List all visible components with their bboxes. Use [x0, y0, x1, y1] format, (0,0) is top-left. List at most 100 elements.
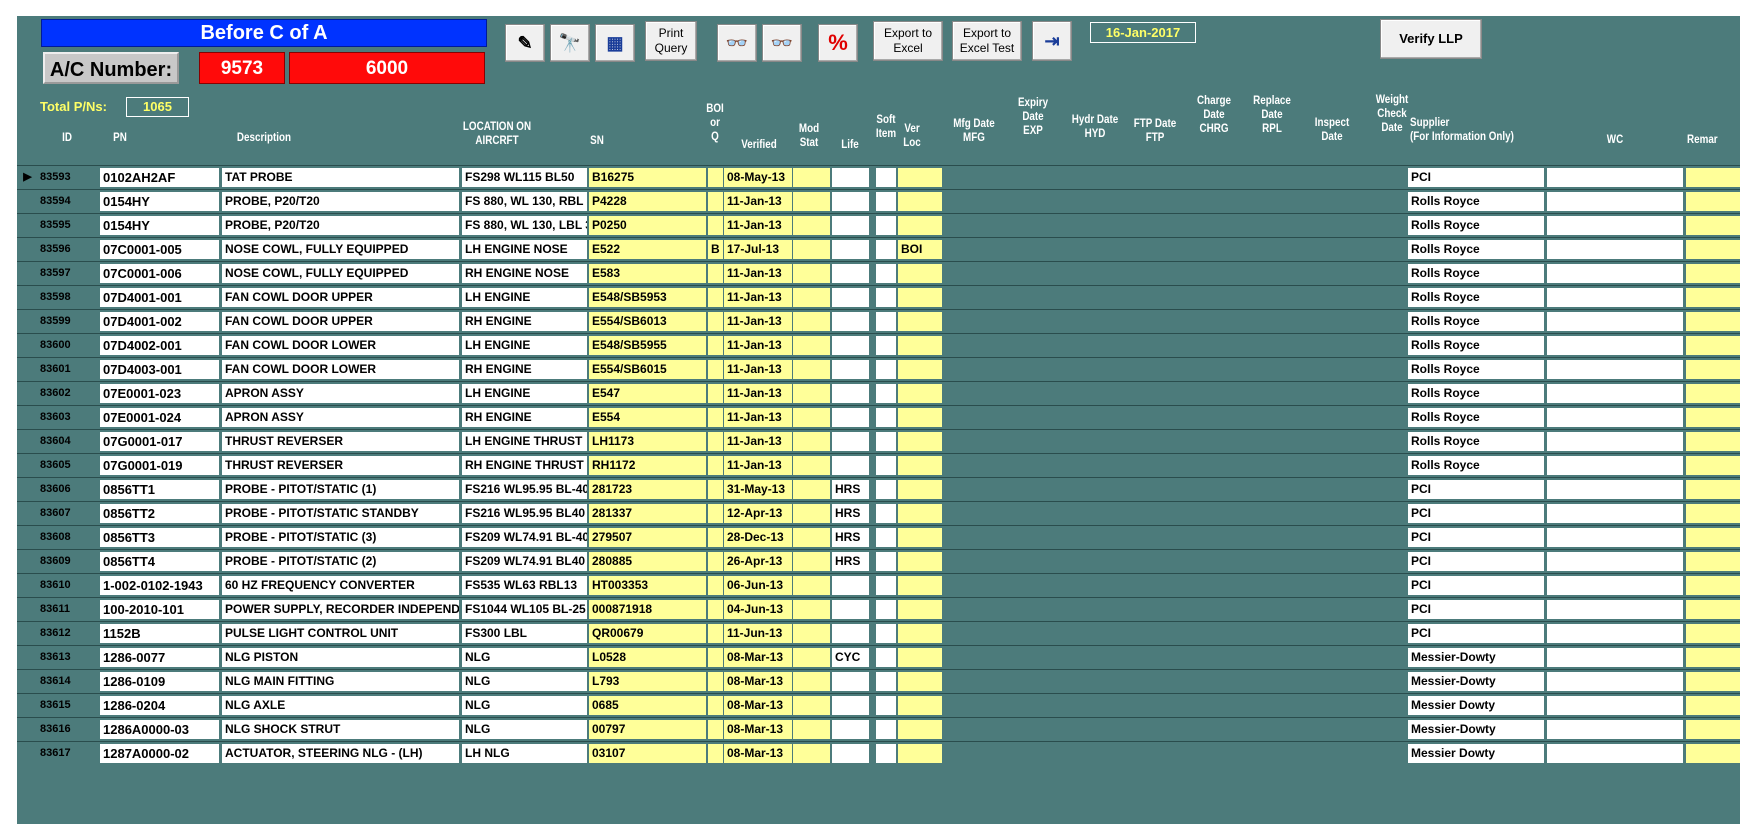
- serial-number-field[interactable]: 0685: [589, 696, 706, 715]
- serial-number-field[interactable]: 281337: [589, 504, 706, 523]
- boi-field[interactable]: [708, 312, 723, 331]
- part-number-field[interactable]: 1152B: [100, 624, 219, 643]
- mod-stat-field[interactable]: [793, 696, 830, 715]
- soft-item-field[interactable]: [876, 432, 896, 451]
- description-field[interactable]: 60 HZ FREQUENCY CONVERTER: [222, 576, 459, 595]
- table-row[interactable]: 83596 07C0001-005 NOSE COWL, FULLY EQUIPPE…: [17, 237, 1740, 261]
- ver-loc-field[interactable]: [898, 696, 942, 715]
- soft-item-field[interactable]: [876, 336, 896, 355]
- row-selector[interactable]: [19, 720, 36, 739]
- part-number-field[interactable]: 0856TT4: [100, 552, 219, 571]
- description-field[interactable]: POWER SUPPLY, RECORDER INDEPEND: [222, 600, 459, 619]
- soft-item-field[interactable]: [876, 360, 896, 379]
- ver-loc-field[interactable]: [898, 312, 942, 331]
- table-row[interactable]: 83608 0856TT3 PROBE - PITOT/STATIC (3) FS20…: [17, 525, 1740, 549]
- soft-item-field[interactable]: [876, 528, 896, 547]
- table-row[interactable]: 83595 0154HY PROBE, P20/T20 FS 880, WL 130,…: [17, 213, 1740, 237]
- location-field[interactable]: RH ENGINE: [462, 312, 587, 331]
- soft-item-field[interactable]: [876, 720, 896, 739]
- remarks-field[interactable]: [1686, 168, 1740, 187]
- serial-number-field[interactable]: HT003353: [589, 576, 706, 595]
- row-selector[interactable]: [19, 744, 36, 763]
- description-field[interactable]: PROBE, P20/T20: [222, 192, 459, 211]
- remarks-field[interactable]: [1686, 312, 1740, 331]
- location-field[interactable]: FS 880, WL 130, LBL 3: [462, 216, 587, 235]
- soft-item-field[interactable]: [876, 216, 896, 235]
- mod-stat-field[interactable]: [793, 360, 830, 379]
- row-selector[interactable]: [19, 576, 36, 595]
- part-number-field[interactable]: 07G0001-019: [100, 456, 219, 475]
- remarks-field[interactable]: [1686, 672, 1740, 691]
- life-field[interactable]: [832, 312, 869, 331]
- table-row[interactable]: 83606 0856TT1 PROBE - PITOT/STATIC (1) FS21…: [17, 477, 1740, 501]
- table-row[interactable]: 83601 07D4003-001 FAN COWL DOOR LOWER RH EN…: [17, 357, 1740, 381]
- life-field[interactable]: [832, 240, 869, 259]
- supplier-field[interactable]: PCI: [1408, 480, 1544, 499]
- serial-number-field[interactable]: QR00679: [589, 624, 706, 643]
- wc-field[interactable]: [1547, 168, 1683, 187]
- table-row[interactable]: 83615 1286-0204 NLG AXLE NLG 0685 08-Mar-13 Me…: [17, 693, 1740, 717]
- part-number-field[interactable]: 1286-0109: [100, 672, 219, 691]
- table-row[interactable]: 83610 1-002-0102-1943 60 HZ FREQUENCY CONV…: [17, 573, 1740, 597]
- boi-field[interactable]: [708, 672, 723, 691]
- life-field[interactable]: HRS: [832, 504, 869, 523]
- table-row[interactable]: 83613 1286-0077 NLG PISTON NLG L0528 08-Mar-1…: [17, 645, 1740, 669]
- ver-loc-field[interactable]: [898, 360, 942, 379]
- life-field[interactable]: [832, 672, 869, 691]
- supplier-field[interactable]: Rolls Royce: [1408, 432, 1544, 451]
- remarks-field[interactable]: [1686, 216, 1740, 235]
- serial-number-field[interactable]: E548/SB5955: [589, 336, 706, 355]
- location-field[interactable]: LH NLG: [462, 744, 587, 763]
- row-selector[interactable]: [19, 528, 36, 547]
- wc-field[interactable]: [1547, 432, 1683, 451]
- serial-number-field[interactable]: RH1172: [589, 456, 706, 475]
- location-field[interactable]: FS216 WL95.95 BL-40: [462, 480, 587, 499]
- ver-loc-field[interactable]: [898, 672, 942, 691]
- part-number-field[interactable]: 0154HY: [100, 216, 219, 235]
- life-field[interactable]: [832, 192, 869, 211]
- location-field[interactable]: FS300 LBL: [462, 624, 587, 643]
- serial-number-field[interactable]: E554/SB6013: [589, 312, 706, 331]
- table-row[interactable]: 83612 1152B PULSE LIGHT CONTROL UNIT FS300 …: [17, 621, 1740, 645]
- soft-item-field[interactable]: [876, 576, 896, 595]
- mod-stat-field[interactable]: [793, 576, 830, 595]
- row-selector[interactable]: [19, 216, 36, 235]
- life-field[interactable]: [832, 336, 869, 355]
- mod-stat-field[interactable]: [793, 456, 830, 475]
- supplier-field[interactable]: Messier Dowty: [1408, 696, 1544, 715]
- supplier-field[interactable]: Rolls Royce: [1408, 192, 1544, 211]
- verified-date-field[interactable]: 11-Jan-13: [724, 312, 792, 331]
- remarks-field[interactable]: [1686, 384, 1740, 403]
- mod-stat-field[interactable]: [793, 264, 830, 283]
- mod-stat-field[interactable]: [793, 552, 830, 571]
- remarks-field[interactable]: [1686, 576, 1740, 595]
- part-number-field[interactable]: 0856TT3: [100, 528, 219, 547]
- boi-field[interactable]: [708, 216, 723, 235]
- datasheet-button[interactable]: ▦: [595, 24, 635, 62]
- supplier-field[interactable]: PCI: [1408, 528, 1544, 547]
- remarks-field[interactable]: [1686, 600, 1740, 619]
- remarks-field[interactable]: [1686, 432, 1740, 451]
- boi-field[interactable]: [708, 504, 723, 523]
- part-number-field[interactable]: 07D4001-001: [100, 288, 219, 307]
- table-row[interactable]: 83603 07E0001-024 APRON ASSY RH ENGINE E554 1…: [17, 405, 1740, 429]
- description-field[interactable]: PULSE LIGHT CONTROL UNIT: [222, 624, 459, 643]
- boi-field[interactable]: [708, 744, 723, 763]
- life-field[interactable]: HRS: [832, 480, 869, 499]
- part-number-field[interactable]: 1-002-0102-1943: [100, 576, 219, 595]
- table-row[interactable]: 83616 1286A0000-03 NLG SHOCK STRUT NLG 00797…: [17, 717, 1740, 741]
- description-field[interactable]: NOSE COWL, FULLY EQUIPPED: [222, 240, 459, 259]
- life-field[interactable]: [832, 408, 869, 427]
- description-field[interactable]: APRON ASSY: [222, 408, 459, 427]
- remarks-field[interactable]: [1686, 744, 1740, 763]
- wc-field[interactable]: [1547, 480, 1683, 499]
- serial-number-field[interactable]: L0528: [589, 648, 706, 667]
- soft-item-field[interactable]: [876, 552, 896, 571]
- part-number-field[interactable]: 1286-0077: [100, 648, 219, 667]
- verified-date-field[interactable]: 08-Mar-13: [724, 672, 792, 691]
- wc-field[interactable]: [1547, 360, 1683, 379]
- supplier-field[interactable]: Rolls Royce: [1408, 288, 1544, 307]
- life-field[interactable]: [832, 216, 869, 235]
- mod-stat-field[interactable]: [793, 216, 830, 235]
- row-selector[interactable]: [19, 408, 36, 427]
